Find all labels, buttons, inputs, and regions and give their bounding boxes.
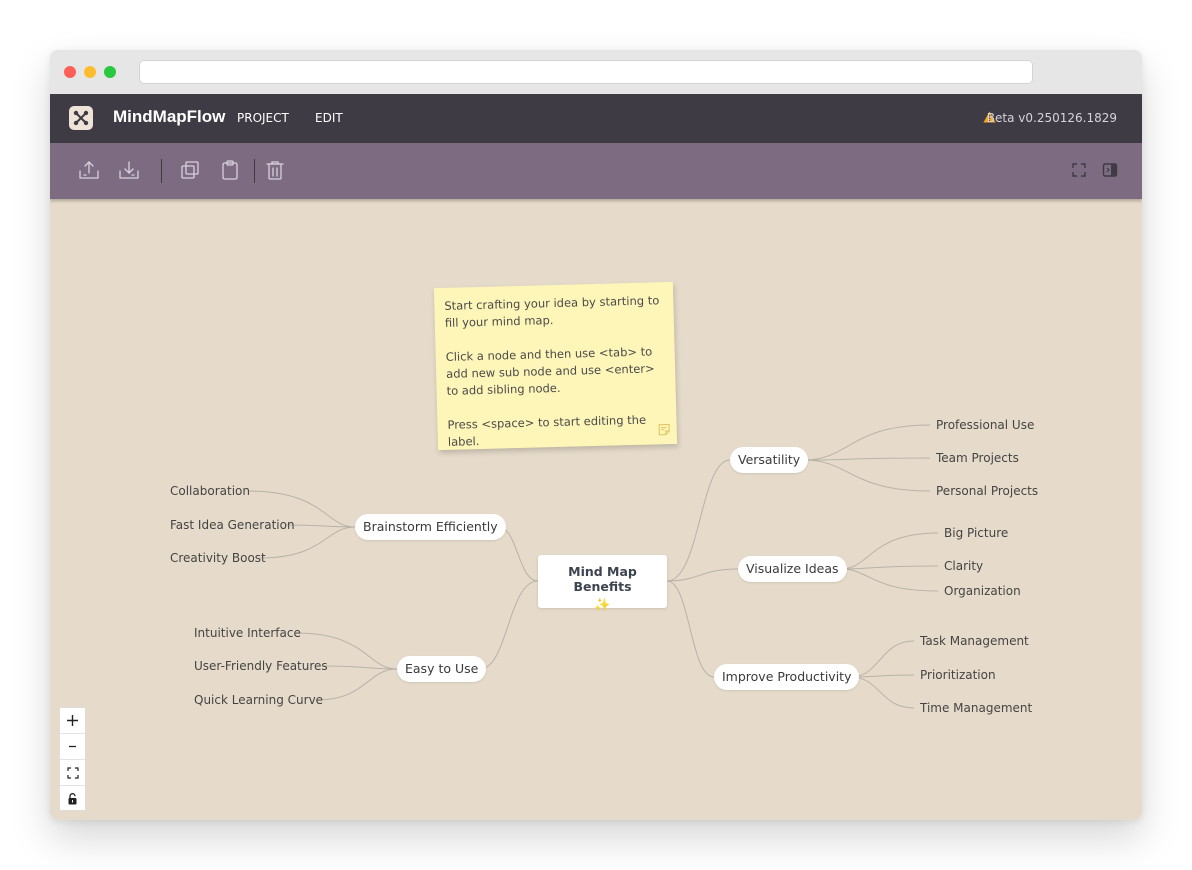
- toolbar: [50, 143, 1142, 199]
- zoom-out-button[interactable]: [60, 734, 85, 760]
- leaf-node[interactable]: Professional Use: [936, 418, 1034, 432]
- branch-node-improve-productivity[interactable]: Improve Productivity: [714, 664, 860, 690]
- paste-icon[interactable]: [218, 158, 242, 182]
- menu-project[interactable]: PROJECT: [237, 111, 289, 125]
- fullscreen-icon[interactable]: [1071, 162, 1087, 178]
- sparkles-icon: ✨: [594, 597, 611, 612]
- maximize-window-button[interactable]: [104, 66, 116, 78]
- leaf-node[interactable]: User-Friendly Features: [194, 659, 328, 673]
- leaf-node[interactable]: Organization: [944, 584, 1021, 598]
- fit-view-button[interactable]: [60, 760, 85, 786]
- app-logo-icon[interactable]: [69, 106, 93, 130]
- zoom-out-icon: [69, 745, 76, 748]
- note-line: Press <space> to start editing the label…: [447, 412, 647, 449]
- copy-icon[interactable]: [178, 158, 202, 182]
- toolbar-divider: [161, 159, 162, 183]
- toolbar-divider: [254, 159, 255, 183]
- leaf-node[interactable]: Team Projects: [936, 451, 1019, 465]
- fit-view-icon: [66, 766, 79, 779]
- upload-icon[interactable]: [77, 158, 101, 182]
- browser-titlebar: [50, 50, 1142, 94]
- version-label: Beta v0.250126.1829: [986, 111, 1117, 125]
- zoom-controls: [59, 707, 86, 811]
- leaf-node[interactable]: Personal Projects: [936, 484, 1038, 498]
- leaf-node[interactable]: Time Management: [920, 701, 1032, 715]
- branch-node-visualize-ideas[interactable]: Visualize Ideas: [738, 556, 847, 582]
- leaf-node[interactable]: Clarity: [944, 559, 983, 573]
- branch-node-brainstorm[interactable]: Brainstorm Efficiently: [355, 514, 506, 540]
- mindmap-canvas[interactable]: Start crafting your idea by starting to …: [50, 199, 1142, 820]
- leaf-node[interactable]: Fast Idea Generation: [170, 518, 295, 532]
- lock-icon: [68, 793, 77, 805]
- app-header: MindMapFlow PROJECT EDIT Beta v0.250126.…: [50, 94, 1142, 143]
- mindmap-root-node[interactable]: Mind Map Benefits ✨: [538, 555, 667, 612]
- zoom-in-icon: [67, 715, 78, 726]
- leaf-node[interactable]: Task Management: [920, 634, 1029, 648]
- note-icon: [658, 424, 670, 436]
- zoom-in-button[interactable]: [60, 708, 85, 734]
- download-icon[interactable]: [117, 158, 141, 182]
- branch-node-versatility[interactable]: Versatility: [730, 447, 809, 473]
- note-line: Start crafting your idea by starting to …: [444, 293, 660, 330]
- leaf-node[interactable]: Big Picture: [944, 526, 1008, 540]
- address-bar[interactable]: [139, 60, 1033, 84]
- lock-button[interactable]: [60, 786, 85, 812]
- sticky-note[interactable]: Start crafting your idea by starting to …: [433, 281, 678, 451]
- leaf-node[interactable]: Creativity Boost: [170, 551, 266, 565]
- trash-icon[interactable]: [263, 158, 287, 182]
- note-line: Click a node and then use <tab> to add n…: [445, 344, 655, 398]
- app-brand: MindMapFlow: [113, 107, 226, 126]
- close-window-button[interactable]: [64, 66, 76, 78]
- branch-node-easy-to-use[interactable]: Easy to Use: [397, 656, 487, 682]
- leaf-node[interactable]: Prioritization: [920, 668, 996, 682]
- leaf-node[interactable]: Intuitive Interface: [194, 626, 301, 640]
- app-window: MindMapFlow PROJECT EDIT Beta v0.250126.…: [50, 50, 1142, 820]
- leaf-node[interactable]: Quick Learning Curve: [194, 693, 323, 707]
- menu-edit[interactable]: EDIT: [315, 111, 343, 125]
- leaf-node[interactable]: Collaboration: [170, 484, 250, 498]
- root-node-label: Mind Map Benefits: [568, 564, 637, 594]
- minimize-window-button[interactable]: [84, 66, 96, 78]
- sidebar-toggle-icon[interactable]: [1102, 162, 1118, 178]
